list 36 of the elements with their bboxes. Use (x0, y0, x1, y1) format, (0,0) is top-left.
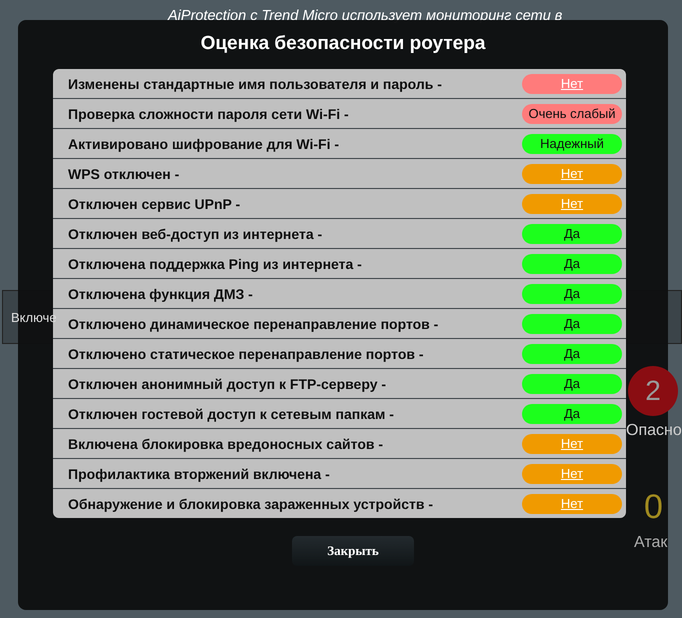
status-link[interactable]: Нет (522, 164, 622, 184)
status-link[interactable]: Нет (522, 464, 622, 484)
status-link[interactable]: Нет (522, 74, 622, 94)
status-badge: Да (522, 374, 622, 394)
status-badge: Да (522, 314, 622, 334)
dialog-title: Оценка безопасности роутера (200, 33, 486, 56)
check-label: Отключен гостевой доступ к сетевым папкам - (68, 406, 394, 422)
check-label: Включена блокировка вредоносных сайтов - (68, 436, 384, 452)
check-label: Профилактика вторжений включена - (68, 466, 330, 482)
status-badge: Да (522, 224, 622, 244)
check-label: Обнаружение и блокировка зараженных устройств - (68, 496, 433, 512)
status-link[interactable]: Нет (522, 194, 622, 214)
status-badge: Да (522, 344, 622, 364)
check-label: Отключена поддержка Ping из интернета - (68, 256, 362, 272)
intro-text: AiProtection с Trend Micro использует мониторинг сети в (166, 7, 564, 26)
check-label: Отключен веб-доступ из интернета - (68, 226, 322, 242)
status-badge: Да (522, 254, 622, 274)
check-label: Изменены стандартные имя пользователя и пароль - (68, 76, 442, 92)
check-label: WPS отключен - (68, 166, 180, 182)
status-badge: Да (522, 404, 622, 424)
attack-label: Атак (634, 534, 668, 552)
status-link[interactable]: Нет (522, 494, 622, 514)
status-badge: Очень слабый (522, 104, 622, 124)
close-button[interactable]: Закрыть (292, 536, 414, 566)
threat-label: Опасно (626, 422, 682, 440)
check-label: Отключена функция ДМЗ - (68, 286, 253, 302)
attack-count: 0 (644, 488, 663, 527)
check-label: Отключен анонимный доступ к FTP-серверу - (68, 376, 386, 392)
check-label: Отключен сервис UPnP - (68, 196, 240, 212)
check-label: Отключено статическое перенаправление портов - (68, 346, 424, 362)
check-label: Активировано шифрование для Wi-Fi - (68, 136, 340, 152)
status-badge: Надежный (522, 134, 622, 154)
check-label: Отключено динамическое перенаправление портов - (68, 316, 438, 332)
status-badge: Да (522, 284, 622, 304)
check-label: Проверка сложности пароля сети Wi-Fi - (68, 106, 349, 122)
status-link[interactable]: Нет (522, 434, 622, 454)
